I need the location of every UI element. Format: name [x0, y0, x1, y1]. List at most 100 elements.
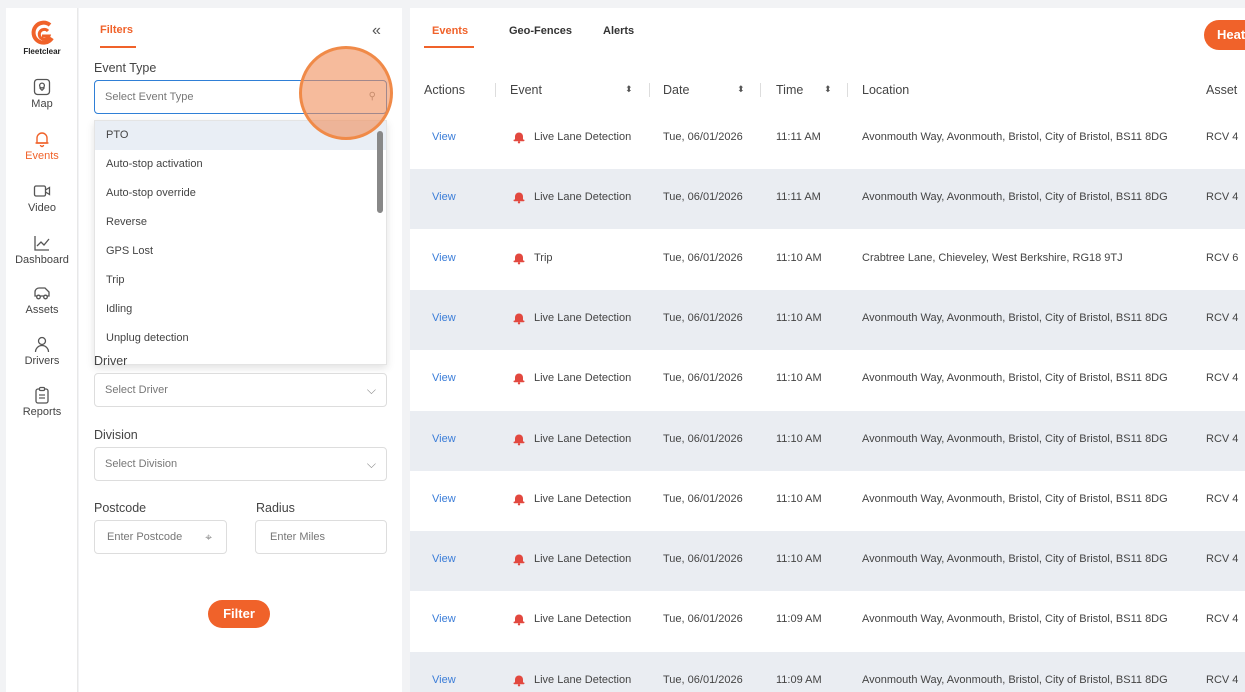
view-link[interactable]: View	[432, 553, 456, 565]
nav-item-video[interactable]: Video	[6, 182, 78, 214]
sort-icon[interactable]: ⬍	[824, 84, 832, 95]
event-location: Avonmouth Way, Avonmouth, Bristol, City …	[862, 311, 1168, 324]
view-link[interactable]: View	[432, 252, 456, 264]
nav-item-reports[interactable]: Reports	[6, 386, 78, 418]
alert-bell-icon	[513, 675, 525, 687]
chevron-down-icon: ⌵	[366, 457, 376, 471]
driver-placeholder: Select Driver	[105, 384, 168, 396]
event-time: 11:10 AM	[776, 492, 822, 505]
nav-rail: Fleetclear Map Events Video Dashboard As…	[6, 8, 78, 692]
table-row[interactable]: View Live Lane Detection Tue, 06/01/2026 11…	[410, 651, 1245, 692]
nav-item-drivers[interactable]: Drivers	[6, 335, 78, 367]
event-date: Tue, 06/01/2026	[663, 191, 743, 204]
header-separator	[760, 83, 761, 97]
event-asset: RCV 4	[1206, 311, 1239, 324]
table-row[interactable]: View Live Lane Detection Tue, 06/01/2026 11…	[410, 169, 1245, 230]
heatmap-button[interactable]: Heat	[1204, 20, 1245, 50]
driver-label: Driver	[94, 354, 128, 368]
table-row[interactable]: View Live Lane Detection Tue, 06/01/2026 11…	[410, 410, 1245, 471]
event-type-placeholder: Select Event Type	[105, 91, 194, 103]
nav-item-label: Events	[25, 150, 59, 162]
event-type-label: Event Type	[94, 61, 157, 75]
dropdown-option[interactable]: Reverse	[95, 208, 386, 237]
nav-item-dashboard[interactable]: Dashboard	[6, 234, 78, 266]
view-link[interactable]: View	[432, 433, 456, 445]
dropdown-option[interactable]: GPS Lost	[95, 237, 386, 266]
header-time[interactable]: Time	[776, 83, 803, 97]
view-link[interactable]: View	[432, 613, 456, 625]
dropdown-scrollbar[interactable]	[377, 131, 383, 213]
tab-events[interactable]: Events	[432, 25, 468, 37]
event-asset: RCV 4	[1206, 372, 1239, 385]
sort-icon[interactable]: ⬍	[625, 84, 633, 95]
sort-icon[interactable]: ⬍	[737, 84, 745, 95]
dropdown-option[interactable]: Trip	[95, 266, 386, 295]
video-icon	[33, 185, 51, 197]
event-name: Live Lane Detection	[534, 311, 632, 324]
bell-icon	[35, 132, 49, 148]
table-row[interactable]: View Trip Tue, 06/01/2026 11:10 AM Crabtree …	[410, 230, 1245, 290]
postcode-input[interactable]: Enter Postcode ⌖	[94, 520, 227, 554]
filters-title[interactable]: Filters	[100, 24, 133, 36]
collapse-panel-icon[interactable]: «	[372, 22, 381, 40]
view-link[interactable]: View	[432, 191, 456, 203]
header-date[interactable]: Date	[663, 83, 689, 97]
table-row[interactable]: View Live Lane Detection Tue, 06/01/2026 11…	[410, 471, 1245, 531]
event-time: 11:11 AM	[776, 131, 821, 143]
event-asset: RCV 4	[1206, 613, 1239, 626]
event-name: Live Lane Detection	[534, 553, 632, 566]
event-location: Avonmouth Way, Avonmouth, Bristol, City …	[862, 131, 1168, 143]
table-row[interactable]: View Live Lane Detection Tue, 06/01/2026 11…	[410, 289, 1245, 350]
division-select[interactable]: Select Division ⌵	[94, 447, 387, 481]
dropdown-option[interactable]: Idling	[95, 295, 386, 324]
alert-bell-icon	[513, 373, 525, 385]
table-row[interactable]: View Live Lane Detection Tue, 06/01/2026 11…	[410, 591, 1245, 651]
event-date: Tue, 06/01/2026	[663, 432, 743, 445]
dropdown-option[interactable]: Auto-stop activation	[95, 150, 386, 179]
table-row[interactable]: View Live Lane Detection Tue, 06/01/2026 11…	[410, 350, 1245, 410]
table-row[interactable]: View Live Lane Detection Tue, 06/01/2026 11…	[410, 109, 1245, 169]
nav-item-assets[interactable]: Assets	[6, 284, 78, 316]
nav-item-label: Map	[31, 98, 53, 110]
event-name: Live Lane Detection	[534, 191, 632, 204]
event-date: Tue, 06/01/2026	[663, 251, 743, 264]
view-link[interactable]: View	[432, 493, 456, 505]
filter-button[interactable]: Filter	[208, 600, 270, 628]
nav-item-label: Assets	[25, 304, 59, 316]
dropdown-option[interactable]: Unplug detection	[95, 324, 386, 353]
radius-placeholder: Enter Miles	[270, 531, 326, 543]
event-time: 11:10 AM	[776, 372, 822, 385]
nav-item-map[interactable]: Map	[6, 78, 78, 110]
dropdown-option[interactable]: Auto-stop override	[95, 179, 386, 208]
table-row[interactable]: View Live Lane Detection Tue, 06/01/2026 11…	[410, 531, 1245, 592]
event-location: Avonmouth Way, Avonmouth, Bristol, City …	[862, 372, 1168, 385]
clipboard-icon	[35, 386, 49, 404]
fleetclear-logo[interactable]: Fleetclear	[6, 20, 78, 56]
alert-bell-icon	[513, 192, 525, 204]
event-name: Live Lane Detection	[534, 492, 632, 505]
event-location: Crabtree Lane, Chieveley, West Berkshire…	[862, 251, 1123, 264]
event-location: Avonmouth Way, Avonmouth, Bristol, City …	[862, 432, 1168, 445]
chevron-down-icon: ⌵	[366, 383, 376, 397]
event-date: Tue, 06/01/2026	[663, 311, 743, 324]
tab-alerts[interactable]: Alerts	[603, 25, 634, 37]
event-asset: RCV 4	[1206, 191, 1239, 204]
event-date: Tue, 06/01/2026	[663, 492, 743, 505]
view-link[interactable]: View	[432, 312, 456, 324]
driver-select[interactable]: Select Driver ⌵	[94, 373, 387, 407]
header-event[interactable]: Event	[510, 83, 542, 97]
header-separator	[649, 83, 650, 97]
view-link[interactable]: View	[432, 372, 456, 384]
event-location: Avonmouth Way, Avonmouth, Bristol, City …	[862, 673, 1168, 686]
event-date: Tue, 06/01/2026	[663, 613, 743, 626]
tab-geo-fences[interactable]: Geo-Fences	[509, 25, 572, 37]
logo-text: Fleetclear	[23, 47, 61, 56]
event-location: Avonmouth Way, Avonmouth, Bristol, City …	[862, 191, 1168, 204]
event-location: Avonmouth Way, Avonmouth, Bristol, City …	[862, 613, 1168, 626]
location-icon[interactable]: ⌖	[205, 521, 212, 553]
view-link[interactable]: View	[432, 131, 456, 143]
view-link[interactable]: View	[432, 674, 456, 686]
nav-item-events[interactable]: Events	[6, 130, 78, 162]
table-header: Actions Event ⬍ Date ⬍ Time ⬍ Location A…	[410, 70, 1245, 110]
radius-input[interactable]: Enter Miles	[255, 520, 387, 554]
